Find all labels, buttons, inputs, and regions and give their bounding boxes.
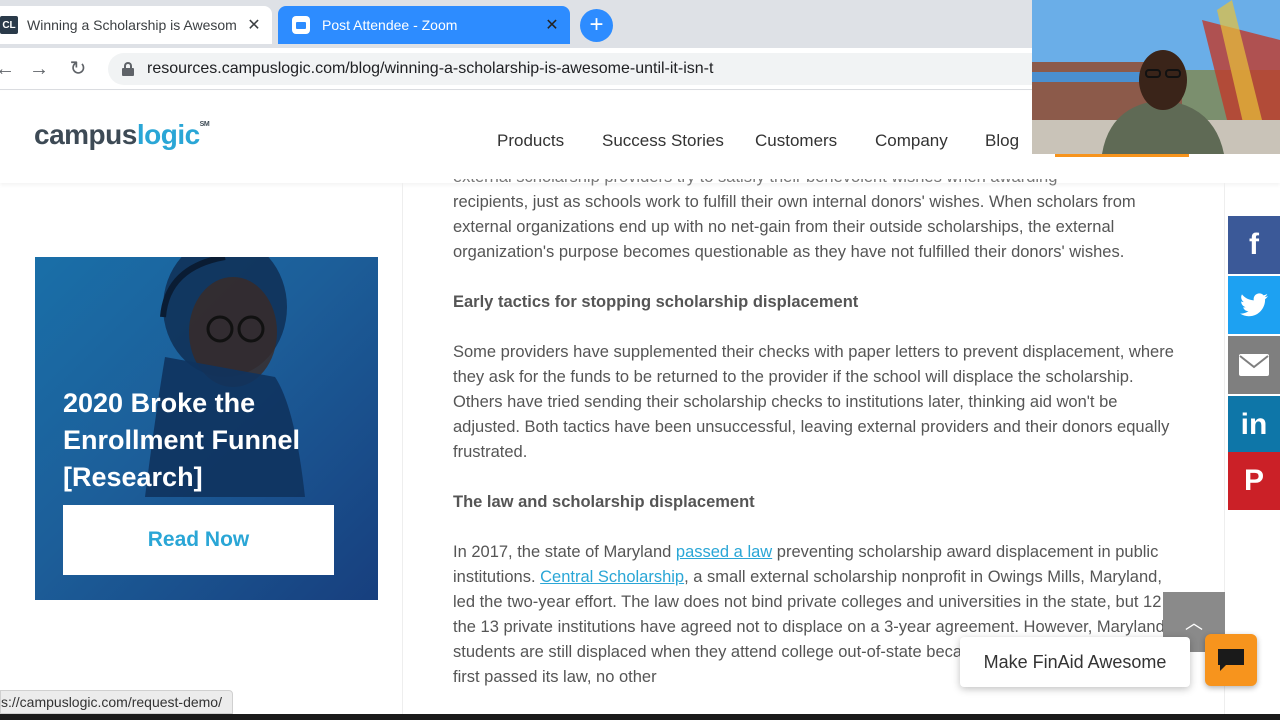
pinterest-share-button[interactable]: P [1228, 452, 1280, 510]
email-share-button[interactable] [1228, 336, 1280, 394]
nav-company[interactable]: Company [875, 131, 948, 151]
url-input[interactable]: resources.campuslogic.com/blog/winning-a… [108, 53, 1108, 85]
url-text: resources.campuslogic.com/blog/winning-a… [147, 60, 714, 77]
twitter-share-button[interactable] [1228, 276, 1280, 334]
forward-arrow-icon[interactable]: → [26, 56, 52, 82]
new-tab-button[interactable]: + [580, 9, 613, 42]
nav-success-stories[interactable]: Success Stories [602, 131, 724, 151]
linkedin-share-button[interactable]: in [1228, 396, 1280, 454]
chat-prompt-bubble[interactable]: Make FinAid Awesome [960, 637, 1190, 687]
article-heading: The law and scholarship displacement [453, 493, 755, 511]
twitter-bird-icon [1240, 293, 1268, 317]
passed-a-law-link[interactable]: passed a law [676, 543, 772, 561]
research-ad-banner[interactable]: 2020 Broke the Enrollment Funnel [Resear… [35, 257, 378, 600]
read-now-button[interactable]: Read Now [63, 505, 334, 575]
facebook-icon: f [1249, 228, 1259, 261]
tab-title: Winning a Scholarship is Awesom [27, 17, 237, 33]
back-arrow-icon[interactable]: ← [0, 56, 18, 82]
nav-customers[interactable]: Customers [755, 131, 837, 151]
facebook-share-button[interactable]: f [1228, 216, 1280, 274]
nav-products[interactable]: Products [497, 131, 564, 151]
close-tab-icon[interactable]: ✕ [542, 15, 562, 35]
chevron-up-icon: ︿ [1185, 613, 1203, 633]
article-paragraph: recipients, just as schools work to fulf… [453, 193, 1136, 261]
article-heading: Early tactics for stopping scholarship d… [453, 293, 859, 311]
pinterest-icon: P [1243, 464, 1264, 497]
bottom-strip [0, 714, 1280, 720]
ad-title: 2020 Broke the Enrollment Funnel [Resear… [63, 388, 301, 492]
tab-campuslogic[interactable]: CL Winning a Scholarship is Awesom ✕ [0, 6, 272, 44]
campuslogic-logo[interactable]: campuslogicSM [34, 119, 210, 151]
close-tab-icon[interactable]: ✕ [244, 15, 264, 35]
speaker-video-feed [1032, 0, 1280, 154]
tab-title: Post Attendee - Zoom [322, 17, 458, 33]
chat-launcher-button[interactable] [1205, 634, 1257, 686]
article-body: external scholarship providers try to sa… [453, 165, 1183, 690]
linkedin-icon: in [1240, 408, 1268, 441]
envelope-icon [1239, 354, 1269, 376]
article-left-border [402, 183, 403, 720]
tab-zoom[interactable]: Post Attendee - Zoom ✕ [278, 6, 570, 44]
article-partial-line: external scholarship providers try to sa… [453, 168, 1058, 186]
lock-icon [122, 62, 134, 76]
campuslogic-favicon-icon: CL [0, 16, 18, 34]
reload-icon[interactable]: ↻ [65, 56, 91, 82]
zoom-camera-icon [292, 16, 310, 34]
article-paragraph: Some providers have supplemented their c… [453, 343, 1174, 461]
webcam-video-overlay [1032, 0, 1280, 154]
link-status-bar: s://campuslogic.com/request-demo/ [0, 690, 233, 714]
nav-blog[interactable]: Blog [985, 131, 1019, 151]
central-scholarship-link[interactable]: Central Scholarship [540, 568, 684, 586]
chat-icon [1218, 649, 1244, 671]
